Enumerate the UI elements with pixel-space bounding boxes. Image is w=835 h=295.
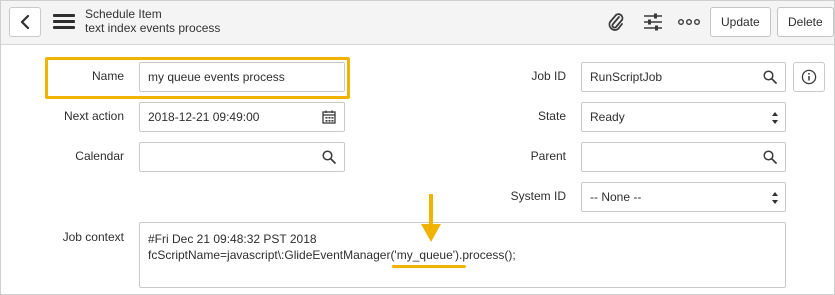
parent-input[interactable]	[581, 142, 755, 172]
parent-lookup-button[interactable]	[754, 142, 786, 172]
job-context-label: Job context	[62, 230, 124, 244]
calendar-input[interactable]	[139, 142, 314, 172]
job-context-line-2: fcScriptName=javascript\:GlideEventManag…	[148, 248, 516, 262]
search-icon	[762, 150, 777, 164]
info-button[interactable]	[793, 62, 825, 92]
next-action-input[interactable]: 2018-12-21 09:49:00	[139, 102, 314, 132]
state-label: State	[537, 109, 566, 123]
job-id-label: Job ID	[531, 69, 566, 83]
hamburger-menu-icon[interactable]	[53, 14, 75, 30]
job-id-lookup-button[interactable]	[754, 62, 786, 92]
paperclip-icon[interactable]	[605, 11, 627, 33]
job-context-textarea[interactable]: #Fri Dec 21 09:48:32 PST 2018 fcScriptNa…	[139, 222, 786, 288]
down-arrow-icon	[421, 194, 441, 242]
job-id-input[interactable]: RunScriptJob	[581, 62, 755, 92]
select-arrows-icon	[772, 112, 778, 124]
delete-button[interactable]: Delete	[777, 7, 834, 37]
calendar-icon	[321, 110, 336, 124]
update-button[interactable]: Update	[710, 7, 771, 37]
calendar-label: Calendar	[75, 149, 124, 163]
job-context-line-1: #Fri Dec 21 09:48:32 PST 2018	[148, 232, 317, 246]
back-button[interactable]	[9, 7, 41, 37]
system-id-select[interactable]: -- None --	[581, 182, 786, 212]
select-arrows-icon	[772, 192, 778, 204]
search-icon	[762, 70, 777, 84]
record-display-value: text index events process	[85, 21, 221, 35]
name-label: Name	[91, 69, 124, 83]
chevron-left-icon	[20, 15, 30, 29]
state-select[interactable]: Ready	[581, 102, 786, 132]
more-options-icon[interactable]	[678, 11, 700, 33]
system-id-value: -- None --	[590, 190, 642, 204]
calendar-lookup-button[interactable]	[313, 142, 345, 172]
sliders-icon[interactable]	[642, 11, 664, 33]
name-input[interactable]: my queue events process	[139, 62, 345, 92]
state-value: Ready	[590, 110, 625, 124]
parent-label: Parent	[530, 149, 566, 163]
form-header: Schedule Item text index events process …	[1, 1, 834, 45]
record-title: Schedule Item text index events process	[85, 7, 220, 35]
next-action-label: Next action	[63, 109, 124, 123]
search-icon	[321, 150, 336, 164]
info-icon	[801, 69, 817, 85]
page-title: Schedule Item	[85, 7, 162, 21]
calendar-button[interactable]	[313, 102, 345, 132]
system-id-label: System ID	[510, 189, 566, 203]
